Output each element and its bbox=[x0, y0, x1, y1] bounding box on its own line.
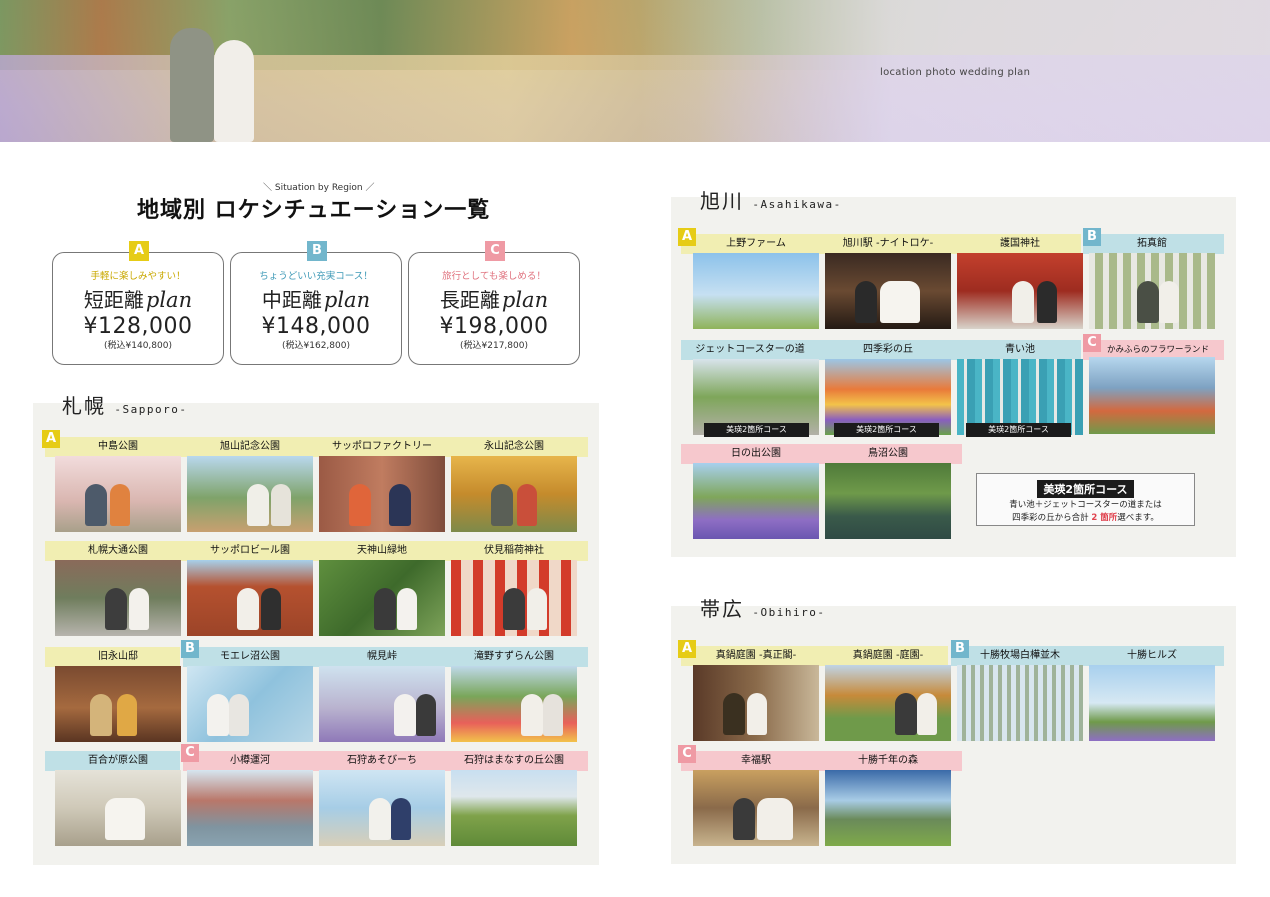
location-label: 百合が原公園 bbox=[88, 755, 148, 766]
plan-name: 短距離plan bbox=[83, 288, 193, 312]
location-label: 幸福駅 bbox=[741, 755, 771, 766]
location-label: 旭川駅 -ナイトロケ- bbox=[842, 238, 934, 249]
sapporo-title: 札幌 -Sapporo- bbox=[62, 394, 188, 418]
location-label: 真鍋庭園 -真正閣- bbox=[715, 650, 797, 661]
obihiro-title: 帯広 -Obihiro- bbox=[700, 597, 826, 621]
location-label: 石狩はまなすの丘公園 bbox=[464, 755, 564, 766]
plan-card-a[interactable]: A 手軽に楽しみやすい！ 短距離plan ¥128,000 (税込¥140,80… bbox=[52, 241, 224, 365]
plan-price: ¥128,000 bbox=[83, 314, 193, 339]
location-label: 十勝牧場白樺並木 bbox=[980, 650, 1060, 661]
location-label: 真鍋庭園 -庭園- bbox=[852, 650, 924, 661]
location-label: 日の出公園 bbox=[731, 448, 781, 459]
location-photo[interactable] bbox=[957, 253, 1083, 329]
location-photo[interactable] bbox=[187, 666, 313, 742]
biei-note-box: 美瑛2箇所コース 青い池＋ジェットコースターの道または 四季彩の丘から合計 2 … bbox=[976, 473, 1195, 526]
location-label: 四季彩の丘 bbox=[863, 344, 913, 355]
plan-price: ¥198,000 bbox=[439, 314, 549, 339]
location-label: 中島公園 bbox=[98, 441, 138, 452]
hero-tagline: location photo wedding plan bbox=[880, 67, 1031, 78]
location-label: 石狩あそびーち bbox=[347, 755, 417, 766]
biei-note-title: 美瑛2箇所コース bbox=[1037, 480, 1134, 498]
location-label: サッポロビール園 bbox=[210, 545, 290, 556]
location-label: 永山記念公園 bbox=[484, 441, 544, 452]
location-photo[interactable] bbox=[319, 666, 445, 742]
plan-tax: (税込¥162,800) bbox=[282, 341, 350, 351]
plan-tag: 旅行としても楽しめる！ bbox=[442, 271, 546, 282]
location-photo[interactable] bbox=[451, 666, 577, 742]
location-photo[interactable] bbox=[693, 253, 819, 329]
page-title: 地域別 ロケシチュエーション一覧 bbox=[137, 198, 491, 223]
location-photo[interactable] bbox=[55, 456, 181, 532]
location-label: 滝野すずらん公園 bbox=[474, 651, 554, 662]
location-photo[interactable] bbox=[1089, 357, 1215, 434]
plan-card-b[interactable]: B ちょうどいい充実コース！ 中距離plan ¥148,000 (税込¥162,… bbox=[230, 241, 402, 365]
biei-note-line2: 四季彩の丘から合計 2 箇所選べます。 bbox=[1012, 513, 1159, 523]
location-photo[interactable] bbox=[1089, 665, 1215, 741]
location-photo[interactable] bbox=[187, 560, 313, 636]
plan-name: 長距離plan bbox=[439, 288, 549, 312]
location-label: 旧永山邸 bbox=[98, 651, 138, 662]
location-label: 鳥沼公園 bbox=[868, 448, 908, 459]
location-label: 天神山緑地 bbox=[357, 545, 407, 556]
plan-tax: (税込¥217,800) bbox=[460, 341, 528, 351]
location-label: モエレ沼公園 bbox=[220, 651, 280, 662]
location-photo[interactable] bbox=[957, 665, 1083, 741]
location-label: 青い池 bbox=[1005, 344, 1035, 355]
location-photo[interactable] bbox=[55, 770, 181, 846]
location-photo[interactable] bbox=[693, 770, 819, 846]
location-label: 小樽運河 bbox=[230, 755, 270, 766]
location-photo[interactable] bbox=[319, 770, 445, 846]
location-photo[interactable] bbox=[1089, 253, 1215, 329]
location-photo[interactable] bbox=[825, 253, 951, 329]
location-label: 幌見峠 bbox=[367, 651, 397, 662]
plan-price: ¥148,000 bbox=[261, 314, 371, 339]
biei-note-line1: 青い池＋ジェットコースターの道または bbox=[1009, 500, 1162, 510]
plan-badge: B bbox=[307, 241, 327, 261]
location-photo[interactable] bbox=[825, 665, 951, 741]
location-photo[interactable] bbox=[55, 560, 181, 636]
location-label: 上野ファーム bbox=[726, 238, 786, 249]
location-photo[interactable] bbox=[693, 463, 819, 539]
location-photo[interactable] bbox=[187, 456, 313, 532]
asahikawa-title: 旭川 -Asahikawa- bbox=[700, 189, 842, 213]
location-label: 十勝ヒルズ bbox=[1127, 650, 1177, 661]
location-photo[interactable] bbox=[319, 560, 445, 636]
plan-badge: C bbox=[485, 241, 505, 261]
hero-bride bbox=[214, 40, 254, 142]
biei-course-tag: 美瑛2箇所コース bbox=[834, 423, 939, 437]
plan-tax: (税込¥140,800) bbox=[104, 341, 172, 351]
location-label: 旭山記念公園 bbox=[220, 441, 280, 452]
plan-tag: 手軽に楽しみやすい！ bbox=[90, 271, 186, 282]
location-label: ジェットコースターの道 bbox=[695, 344, 805, 355]
plan-tag: ちょうどいい充実コース！ bbox=[259, 271, 373, 282]
location-photo[interactable] bbox=[55, 666, 181, 742]
plan-badge: A bbox=[129, 241, 149, 261]
location-label: 札幌大通公園 bbox=[88, 545, 148, 556]
location-photo[interactable] bbox=[825, 463, 951, 539]
location-photo[interactable] bbox=[451, 456, 577, 532]
location-photo[interactable] bbox=[825, 770, 951, 846]
hero-groom bbox=[170, 28, 214, 142]
location-label: 護国神社 bbox=[1000, 238, 1040, 249]
biei-course-tag: 美瑛2箇所コース bbox=[966, 423, 1071, 437]
biei-course-tag: 美瑛2箇所コース bbox=[704, 423, 809, 437]
location-label: 伏見稲荷神社 bbox=[484, 545, 544, 556]
location-label: 拓真館 bbox=[1137, 238, 1167, 249]
location-photo[interactable] bbox=[693, 665, 819, 741]
plan-name: 中距離plan bbox=[261, 288, 371, 312]
location-photo[interactable] bbox=[187, 770, 313, 846]
plan-card-c[interactable]: C 旅行としても楽しめる！ 長距離plan ¥198,000 (税込¥217,8… bbox=[408, 241, 580, 365]
hero-banner: location photo wedding plan bbox=[0, 0, 1270, 142]
location-photo[interactable] bbox=[451, 770, 577, 846]
location-label: サッポロファクトリー bbox=[332, 441, 432, 452]
location-label: 十勝千年の森 bbox=[858, 755, 918, 766]
location-photo[interactable] bbox=[319, 456, 445, 532]
location-photo[interactable] bbox=[451, 560, 577, 636]
